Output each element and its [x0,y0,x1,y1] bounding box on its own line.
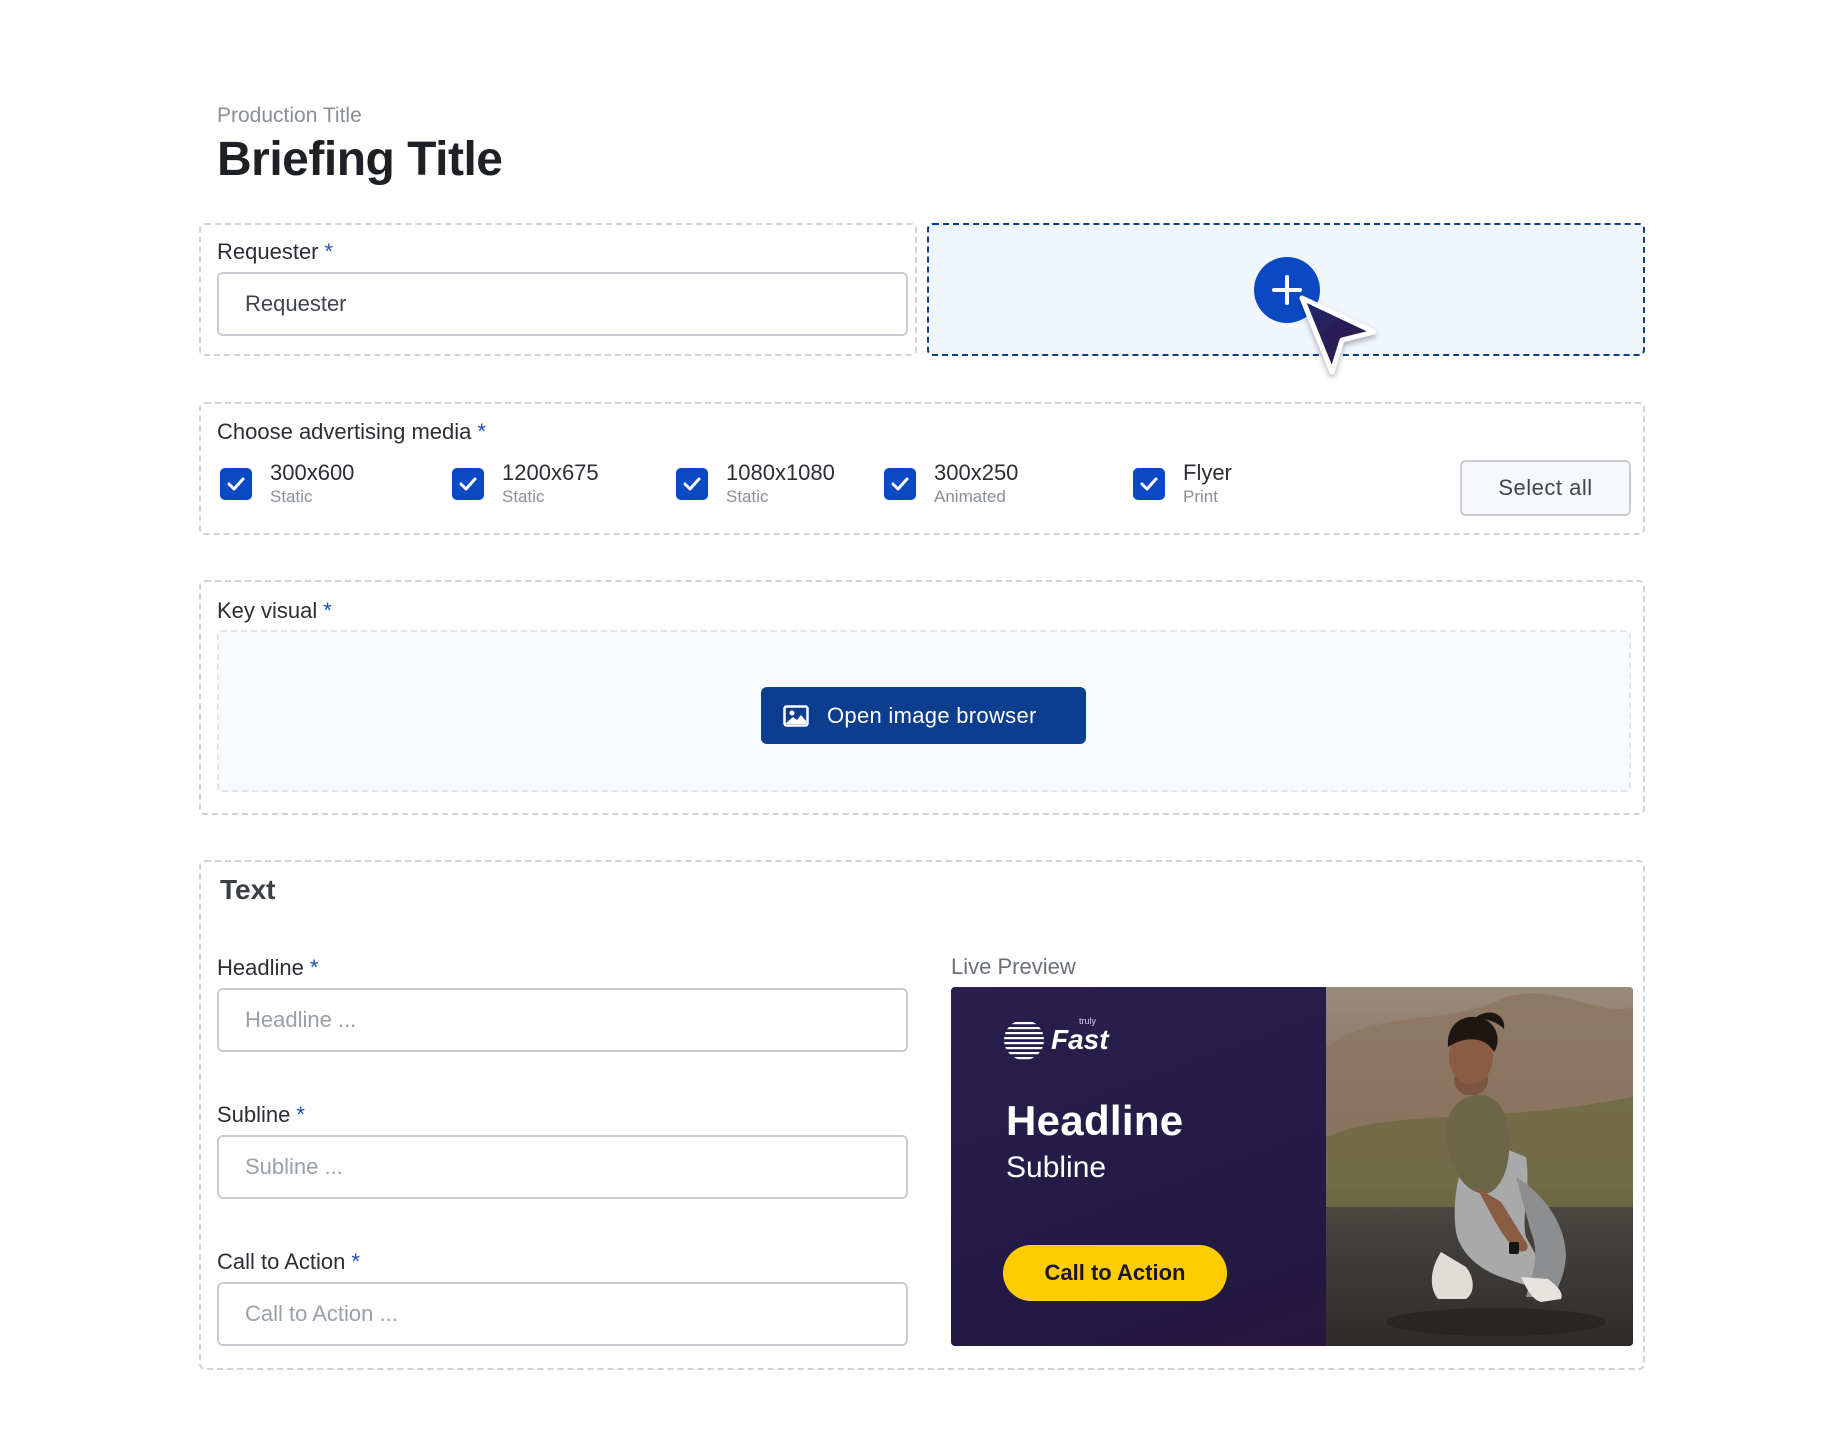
page-title: Briefing Title [217,133,503,186]
ad-headline: Headline [1006,1097,1184,1144]
cursor-arrow-icon [1299,295,1377,375]
ad-preview: truly Fast Headline Subline Call to Acti… [951,987,1633,1346]
ad-subline: Subline [1006,1151,1107,1184]
media-label: Choose advertising media * [217,419,486,445]
required-marker: * [324,239,334,264]
media-option-1080x1080[interactable]: 1080x1080 Static [676,460,856,512]
headline-label: Headline * [217,955,318,981]
checkmark-icon [683,477,701,491]
requester-label-text: Requester [217,239,319,264]
checkbox[interactable] [1133,468,1165,500]
checkmark-icon [459,477,477,491]
required-marker: * [296,1102,305,1127]
select-all-button[interactable]: Select all [1460,460,1631,516]
checkmark-icon [891,477,909,491]
cta-input[interactable] [217,1282,908,1346]
option-label: Flyer [1183,460,1232,485]
cta-label: Call to Action * [217,1249,360,1275]
live-preview-label: Live Preview [951,954,1076,979]
option-label: 300x250 [934,460,1019,485]
required-marker: * [351,1249,360,1274]
ad-cta-button: Call to Action [1003,1245,1227,1301]
option-label: 300x600 [270,460,355,485]
checkmark-icon [227,477,245,491]
page-subtitle: Production Title [217,104,362,127]
key-visual-label: Key visual * [217,598,332,624]
option-label: 1080x1080 [726,460,835,485]
option-sub: Static [502,487,545,506]
media-option-300x250[interactable]: 300x250 Animated [884,460,1064,512]
media-option-flyer[interactable]: Flyer Print [1133,460,1283,512]
text-section-heading: Text [220,874,276,905]
option-sub: Animated [934,487,1006,506]
requester-input[interactable] [217,272,908,336]
subline-input[interactable] [217,1135,908,1199]
checkmark-icon [1140,477,1158,491]
brand-logo: truly Fast [1003,1016,1109,1061]
brand-text: Fast [1051,1024,1109,1055]
option-label: 1200x675 [502,460,599,485]
cta-label-text: Call to Action [217,1249,346,1274]
subline-label-text: Subline [217,1102,291,1127]
subline-label: Subline * [217,1102,305,1128]
media-option-300x600[interactable]: 300x600 Static [220,460,400,512]
brand-small: truly [1079,1016,1097,1026]
brand-name: truly Fast [1051,1016,1109,1056]
media-option-1200x675[interactable]: 1200x675 Static [452,460,632,512]
image-icon [783,704,809,727]
option-sub: Static [270,487,313,506]
required-marker: * [323,598,332,623]
headline-label-text: Headline [217,955,304,980]
required-marker: * [309,955,319,980]
checkbox[interactable] [452,468,484,500]
checkbox[interactable] [220,468,252,500]
option-sub: Print [1183,487,1218,506]
checkbox[interactable] [676,468,708,500]
option-sub: Static [726,487,769,506]
striped-globe-icon [1004,1022,1044,1060]
media-label-text: Choose advertising media [217,419,472,444]
required-marker: * [477,419,486,444]
checkbox[interactable] [884,468,916,500]
open-image-browser-label: Open image browser [827,702,1037,728]
requester-label: Requester * [217,239,333,265]
open-image-browser-button[interactable]: Open image browser [761,687,1086,744]
headline-input[interactable] [217,988,908,1052]
key-visual-label-text: Key visual [217,598,318,623]
runner-photo [1326,987,1633,1346]
